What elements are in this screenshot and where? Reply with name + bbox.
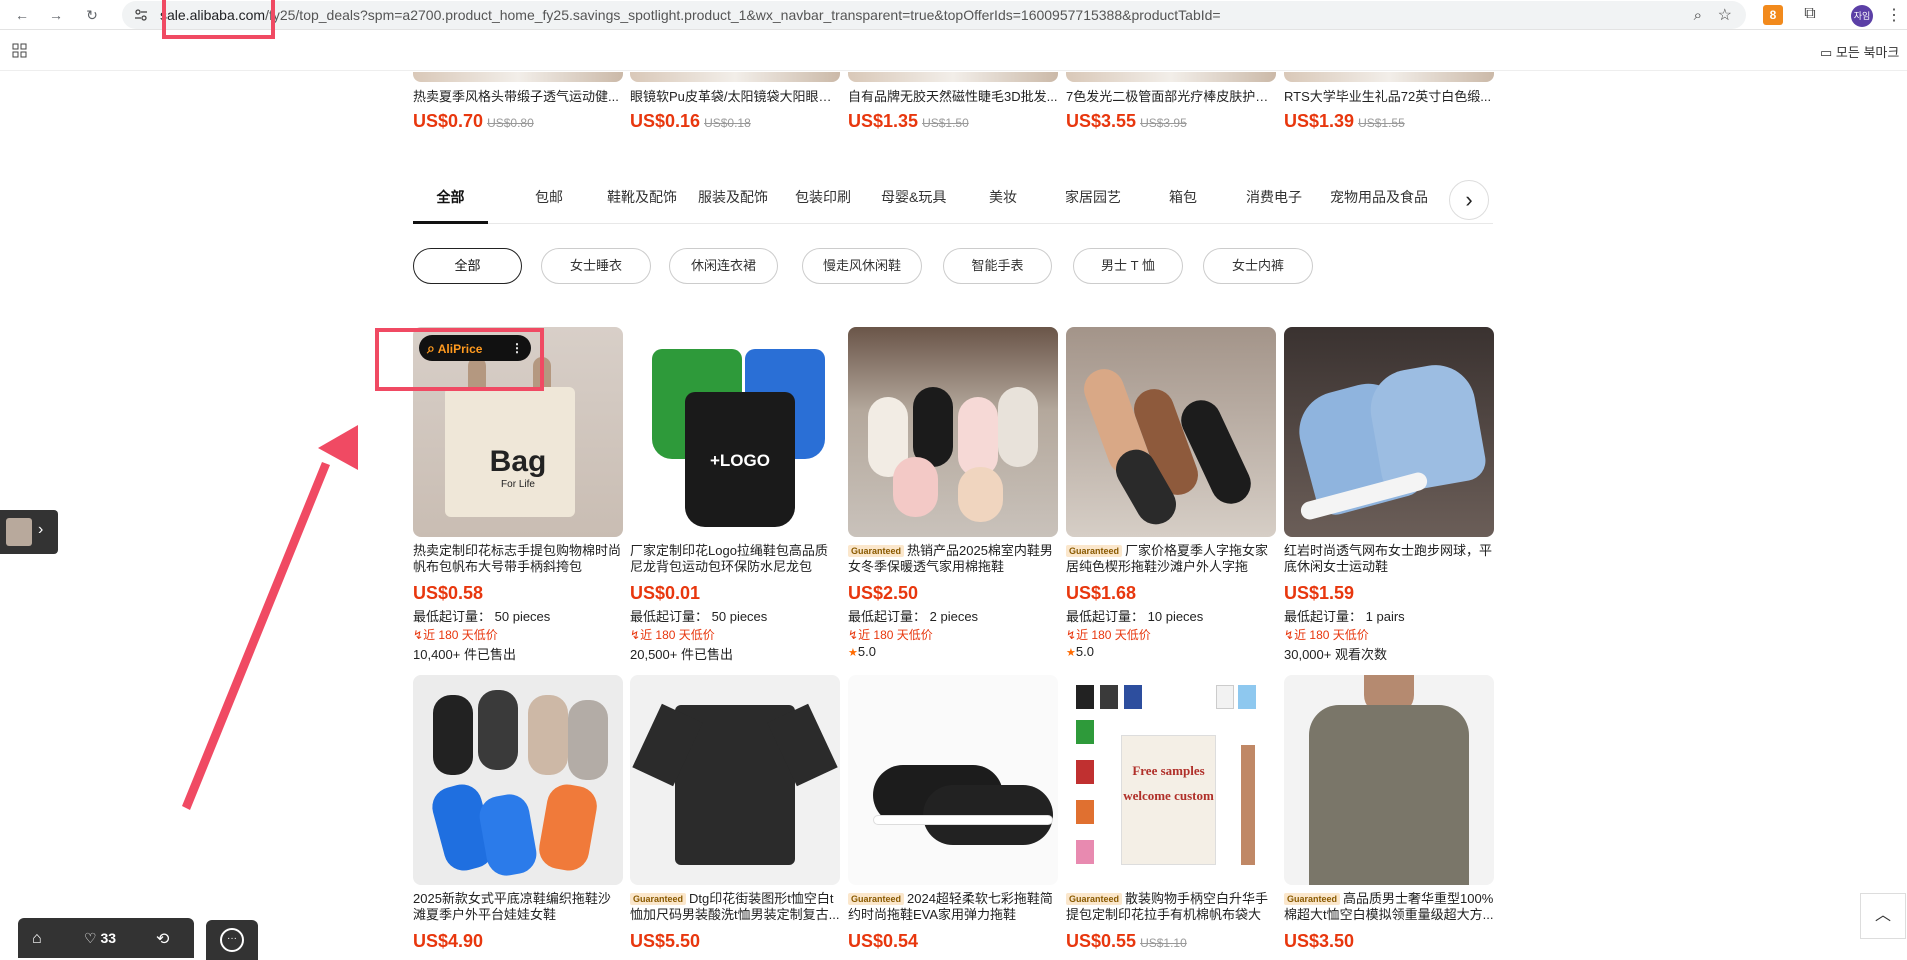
chevron-right-icon: › bbox=[38, 521, 44, 538]
history-icon[interactable]: ⟲ bbox=[156, 929, 169, 949]
floating-toolbar: ⌂ ♡ 33 ⟲ bbox=[18, 918, 194, 958]
favorites-button[interactable]: ♡ 33 bbox=[84, 930, 116, 947]
chevron-up-icon: ︿ bbox=[1874, 907, 1891, 924]
chat-icon: ··· bbox=[220, 928, 244, 952]
chat-button[interactable]: ··· bbox=[206, 920, 258, 960]
heart-icon: ♡ bbox=[84, 930, 97, 946]
annotation-arrow bbox=[182, 425, 358, 810]
favorites-count: 33 bbox=[100, 930, 117, 946]
home-icon[interactable]: ⌂ bbox=[32, 930, 42, 948]
thumbnail-image bbox=[6, 518, 32, 546]
side-history-tab[interactable]: › bbox=[0, 510, 58, 554]
scroll-to-top-button[interactable]: ︿ bbox=[1860, 893, 1906, 939]
